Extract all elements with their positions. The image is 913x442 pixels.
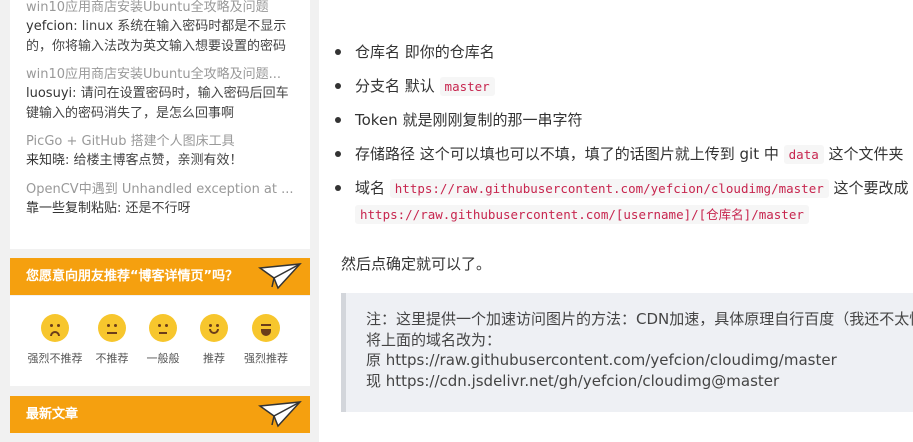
rating-strongly-recommend[interactable]: 强烈推荐 [236,314,296,366]
inline-code: https://raw.githubusercontent.com/yefcio… [389,179,829,198]
rating-recommend[interactable]: 推荐 [184,314,244,366]
comment-text: 靠一些复制粘贴: 还是不行呀 [26,200,191,216]
comment-text: luosuyi: 请问在设置密码时，输入密码后回车键输入的密码消失了，是怎么回事… [26,86,289,121]
comment-item[interactable]: PicGo + GitHub 搭建个人图床工具 来知晓: 给楼主博客点赞，亲测有… [26,132,296,171]
comment-item[interactable]: win10应用商店安装Ubuntu全攻略及问题... luosuyi: 请问在设… [26,65,296,123]
neutral-face-icon [149,314,177,342]
unhappy-face-icon [98,314,126,342]
list-item: Token 就是刚刚复制的那一串字符 [334,108,582,132]
quote-line: 将上面的域名改为： [366,330,502,349]
article-content: 仓库名 即你的仓库名 分支名 默认 master Token 就是刚刚复制的那一… [319,0,913,442]
inline-code: master [439,77,495,96]
laugh-face-icon [252,314,280,342]
comment-item[interactable]: OpenCV中遇到 Unhandled exception at ... 靠一些… [26,180,296,219]
paper-plane-icon [258,263,302,290]
sidebar: win10应用商店安装Ubuntu全攻略及问题 yefcion: linux 系… [10,0,310,442]
paper-plane-icon [258,401,302,428]
comment-text: yefcion: linux 系统在输入密码时都是不显示的，你将输入法改为英文输… [26,19,287,54]
quote-line: 现 https://cdn.jsdelivr.net/gh/yefcion/cl… [366,371,780,390]
inline-code: data [783,145,824,164]
comment-post-title[interactable]: win10应用商店安装Ubuntu全攻略及问题 [26,0,296,17]
recommend-widget-title: 您愿意向朋友推荐“博客详情页”吗？ [10,258,310,295]
list-item-continuation: https://raw.githubusercontent.com/[usern… [355,202,809,227]
list-item: 分支名 默认 master [335,74,495,99]
list-item: 仓库名 即你的仓库名 [335,40,495,64]
comment-post-title[interactable]: win10应用商店安装Ubuntu全攻略及问题... [26,65,296,84]
list-item: 域名 https://raw.githubusercontent.com/yef… [335,176,909,201]
inline-code: https://raw.githubusercontent.com/[usern… [355,205,809,224]
rating-strongly-not-recommend[interactable]: 强烈不推荐 [25,314,85,366]
recommend-widget: 强烈不推荐 不推荐 一般般 推荐 强烈推荐 [10,296,310,386]
smile-face-icon [200,314,228,342]
blockquote: 注：这里提供一个加速访问图片的方法：CDN加速，具体原理自行百度（我还不太懂），… [341,293,913,412]
comment-text: 来知晓: 给楼主博客点赞，亲测有效！ [26,153,243,168]
angry-face-icon [41,314,69,342]
list-item: 存储路径 这个可以填也可以不填，填了的话图片就上传到 git 中 data 这个… [335,142,904,167]
quote-line: 注：这里提供一个加速访问图片的方法：CDN加速，具体原理自行百度（我还不太懂），… [366,310,913,328]
latest-articles-title: 最新文章 [10,396,310,433]
quote-line: 原 https://raw.githubusercontent.com/yefc… [366,351,837,369]
comment-post-title[interactable]: OpenCV中遇到 Unhandled exception at ... [26,180,296,199]
paragraph: 然后点确定就可以了。 [341,255,492,273]
comment-item[interactable]: win10应用商店安装Ubuntu全攻略及问题 yefcion: linux 系… [26,0,296,56]
comment-post-title[interactable]: PicGo + GitHub 搭建个人图床工具 [26,132,296,151]
recent-comments: win10应用商店安装Ubuntu全攻略及问题 yefcion: linux 系… [10,0,310,249]
